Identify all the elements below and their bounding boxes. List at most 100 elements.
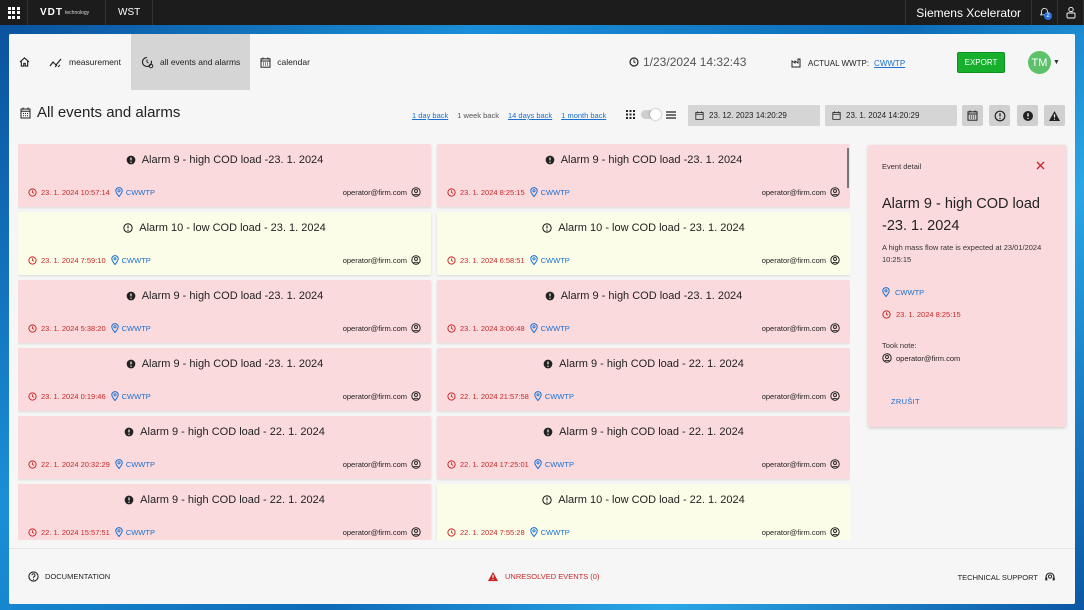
event-user: operator@firm.com (343, 323, 421, 333)
clock-icon (882, 310, 891, 319)
location-pin-icon (882, 287, 890, 297)
calendar-icon (967, 110, 978, 121)
event-card[interactable]: Alarm 9 - high COD load -23. 1. 2024 23.… (18, 280, 431, 343)
factory-icon (791, 58, 801, 68)
cancel-button[interactable]: ZRUŠIT (891, 397, 920, 406)
event-location[interactable]: CWWTP (534, 391, 574, 401)
warning-icon (542, 495, 552, 505)
alarm-icon (543, 359, 553, 369)
date-to-field[interactable]: 23. 1. 2024 14:20:29 (825, 105, 957, 126)
event-location[interactable]: CWWTP (115, 187, 155, 197)
clock-icon (28, 391, 37, 401)
range-1-day[interactable]: 1 day back (412, 111, 448, 120)
event-location[interactable]: CWWTP (110, 255, 151, 265)
location-pin-icon (115, 459, 123, 469)
event-title-text: Alarm 10 - low COD load - 23. 1. 2024 (139, 222, 326, 234)
event-user-text: operator@firm.com (342, 527, 407, 537)
notifications-button[interactable]: 2 (1032, 0, 1058, 25)
event-location[interactable]: CWWTP (115, 527, 155, 537)
clock-icon (28, 459, 37, 469)
event-card[interactable]: Alarm 9 - high COD load - 22. 1. 2024 22… (437, 416, 850, 479)
app-launcher-button[interactable] (0, 0, 28, 25)
event-time: 23. 1. 2024 5:38:20 CWWTP (28, 323, 151, 333)
location-pin-icon (534, 391, 542, 401)
clock-icon (28, 187, 37, 197)
calendar-filter-button[interactable] (962, 105, 983, 126)
calendar-list-icon (20, 107, 31, 118)
user-circle-icon (411, 187, 421, 197)
documentation-link[interactable]: DOCUMENTATION (28, 571, 110, 582)
footer: DOCUMENTATION UNRESOLVED EVENTS (0) TECH… (9, 548, 1075, 604)
event-location[interactable]: CWWTP (115, 459, 155, 469)
user-circle-icon (830, 459, 840, 469)
wwtp-link[interactable]: CWWTP (874, 59, 905, 68)
event-title: Alarm 9 - high COD load - 22. 1. 2024 (18, 426, 431, 438)
event-location[interactable]: CWWTP (110, 323, 151, 333)
range-1-month[interactable]: 1 month back (561, 111, 606, 120)
filter-warnings-button[interactable] (989, 105, 1010, 126)
chevron-down-icon[interactable]: ▼ (1053, 59, 1060, 66)
unresolved-events-link[interactable]: UNRESOLVED EVENTS (0) (487, 571, 599, 582)
event-time-text: 23. 1. 2024 8:25:15 (460, 187, 525, 197)
event-card[interactable]: Alarm 9 - high COD load - 22. 1. 2024 22… (18, 484, 431, 540)
event-card[interactable]: Alarm 9 - high COD load -23. 1. 2024 23.… (18, 348, 431, 411)
warning-triangle-icon (487, 571, 499, 582)
event-user: operator@firm.com (762, 459, 840, 469)
location-pin-icon (529, 255, 538, 265)
event-title-text: Alarm 9 - high COD load - 22. 1. 2024 (140, 426, 325, 438)
nav-measurement[interactable]: measurement (39, 34, 131, 90)
event-card[interactable]: Alarm 9 - high COD load - 22. 1. 2024 22… (437, 348, 850, 411)
events-scrollbar[interactable] (847, 148, 849, 188)
event-card[interactable]: Alarm 10 - low COD load - 23. 1. 2024 23… (437, 212, 850, 275)
event-user-text: operator@firm.com (761, 323, 826, 333)
detail-location[interactable]: CWWTP (882, 287, 924, 297)
export-button[interactable]: EXPORT (957, 52, 1005, 73)
user-circle-icon (411, 255, 421, 265)
home-button[interactable] (9, 34, 39, 90)
event-location[interactable]: CWWTP (529, 323, 570, 333)
event-card[interactable]: Alarm 9 - high COD load -23. 1. 2024 23.… (18, 144, 431, 207)
technical-support-link[interactable]: TECHNICAL SUPPORT (958, 571, 1056, 583)
clock-icon (447, 391, 456, 401)
event-user: operator@firm.com (762, 255, 840, 265)
event-title: Alarm 9 - high COD load -23. 1. 2024 (437, 154, 850, 166)
close-button[interactable] (1036, 161, 1045, 170)
list-view-icon[interactable] (666, 110, 676, 119)
user-avatar[interactable]: TM (1028, 51, 1051, 74)
event-card[interactable]: Alarm 10 - low COD load - 23. 1. 2024 23… (18, 212, 431, 275)
view-switch[interactable] (641, 109, 661, 120)
nav-calendar[interactable]: calendar (250, 34, 320, 90)
alarm-icon (124, 427, 134, 437)
location-pin-icon (529, 323, 538, 333)
warning-triangle-icon (1049, 110, 1060, 121)
event-location-text: CWWTP (540, 187, 570, 197)
filter-alarms-button[interactable] (1017, 105, 1038, 126)
event-location[interactable]: CWWTP (110, 391, 151, 401)
range-1-week[interactable]: 1 week back (457, 111, 499, 120)
event-time-text: 23. 1. 2024 0:19:46 (41, 391, 106, 401)
nav-all-events[interactable]: all events and alarms (130, 34, 251, 90)
nav-measurement-label: measurement (69, 57, 121, 67)
grid-view-icon[interactable] (626, 110, 635, 119)
user-circle-icon (411, 323, 421, 333)
event-card[interactable]: Alarm 10 - low COD load - 22. 1. 2024 22… (437, 484, 850, 540)
event-card[interactable]: Alarm 9 - high COD load - 22. 1. 2024 22… (18, 416, 431, 479)
brand-name: Siemens Xcelerator (905, 0, 1032, 25)
event-location[interactable]: CWWTP (529, 187, 570, 197)
range-14-days[interactable]: 14 days back (508, 111, 552, 120)
filter-critical-button[interactable] (1044, 105, 1065, 126)
nav-all-events-label: all events and alarms (159, 57, 241, 67)
event-location[interactable]: CWWTP (529, 527, 570, 537)
event-card[interactable]: Alarm 9 - high COD load -23. 1. 2024 23.… (437, 280, 850, 343)
event-title: Alarm 9 - high COD load -23. 1. 2024 (18, 154, 431, 166)
event-time: 23. 1. 2024 6:58:51 CWWTP (447, 255, 570, 265)
event-location[interactable]: CWWTP (529, 255, 570, 265)
event-card[interactable]: Alarm 9 - high COD load -23. 1. 2024 23.… (437, 144, 850, 207)
user-circle-icon (882, 353, 892, 363)
alarm-icon (126, 291, 136, 301)
user-menu-button[interactable] (1058, 0, 1084, 25)
date-from-field[interactable]: 23. 12. 2023 14:20:29 (688, 105, 820, 126)
user-circle-icon (411, 459, 421, 469)
event-user: operator@firm.com (762, 527, 840, 537)
event-location[interactable]: CWWTP (534, 459, 574, 469)
